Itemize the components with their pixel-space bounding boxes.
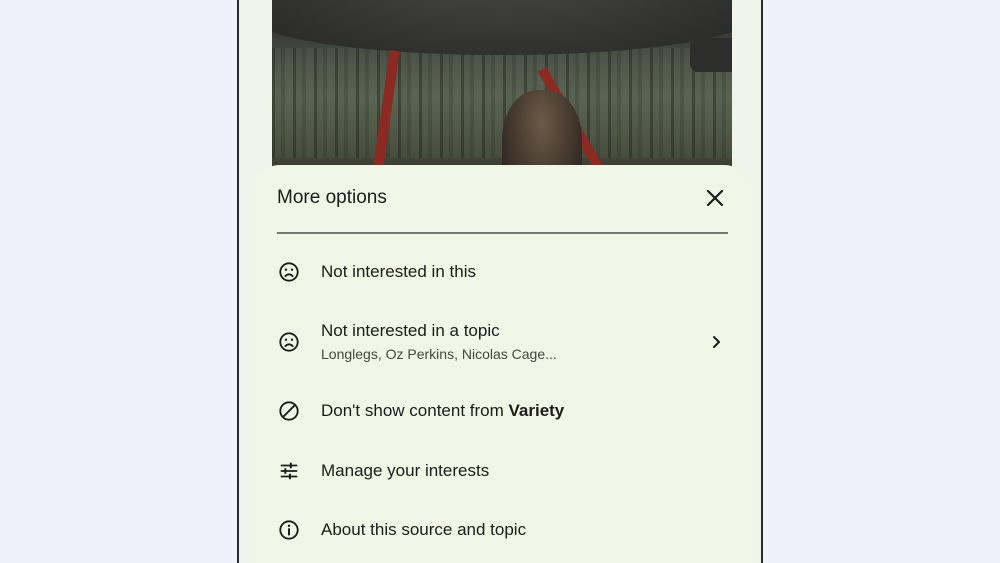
chevron-right-icon[interactable] — [704, 330, 728, 354]
sad-face-icon — [277, 260, 301, 284]
tune-icon — [277, 459, 301, 483]
menu-item-label: Manage your interests — [321, 461, 490, 480]
menu-item-block-source[interactable]: Don't show content from Variety — [277, 399, 728, 423]
menu-item-not-interested-topic[interactable]: Not interested in a topic Longlegs, Oz P… — [277, 321, 728, 362]
menu-item-label: Don't show content from Variety — [321, 401, 728, 421]
video-mirror — [690, 38, 732, 72]
label-prefix: Don't show content from — [321, 401, 509, 420]
sheet-header: More options — [277, 165, 728, 234]
phone-screen: More options Not interested in this Not … — [239, 0, 761, 563]
menu-item-label: About this source and topic — [321, 520, 527, 539]
close-button[interactable] — [702, 185, 728, 211]
menu-item-manage-interests[interactable]: Manage your interests — [277, 459, 728, 483]
close-icon — [706, 189, 724, 207]
menu-item-label: Not interested in this — [321, 262, 476, 281]
more-options-sheet: More options Not interested in this Not … — [252, 165, 752, 563]
block-icon — [277, 399, 301, 423]
sheet-title: More options — [277, 187, 387, 208]
video-car-roof — [272, 0, 732, 55]
menu-item-about-source[interactable]: About this source and topic — [277, 518, 728, 542]
info-icon — [277, 518, 301, 542]
sad-face-icon — [277, 330, 301, 354]
menu-item-label: Not interested in a topic — [321, 321, 500, 340]
menu-item-not-interested[interactable]: Not interested in this — [277, 260, 728, 284]
phone-frame: More options Not interested in this Not … — [237, 0, 763, 563]
source-name: Variety — [508, 401, 565, 420]
menu-item-sublabel: Longlegs, Oz Perkins, Nicolas Cage... — [321, 346, 557, 362]
